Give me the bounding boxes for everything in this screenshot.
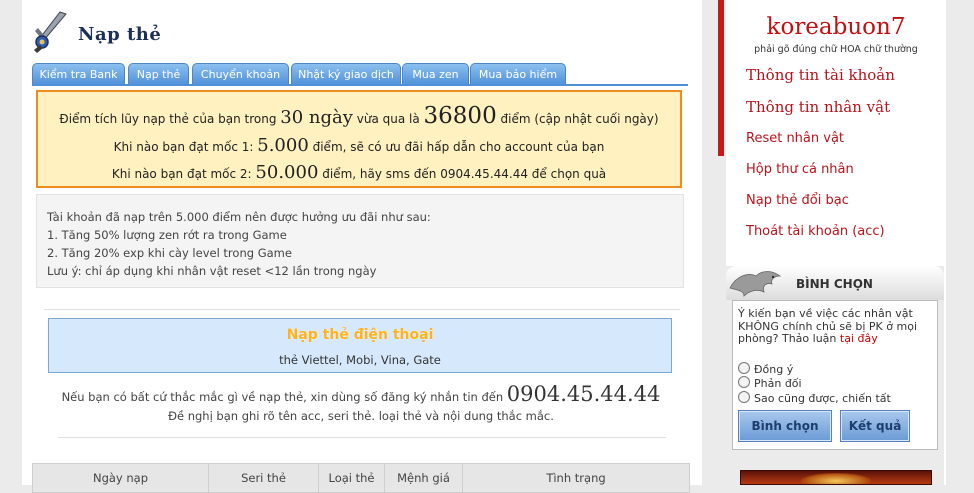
menu-reset-character[interactable]: Reset nhân vật: [746, 131, 844, 146]
sidebar-accent-bar: [718, 0, 724, 156]
menu-inbox[interactable]: Hộp thư cá nhân: [746, 162, 854, 177]
notice-line-1: Điểm tích lũy nạp thẻ của bạn trong 30 n…: [38, 103, 680, 129]
radio-button[interactable]: [738, 362, 750, 374]
contact-text: Nếu bạn có bất cứ thắc mắc gì về nạp thẻ…: [61, 390, 504, 404]
tab-mua-bao-hiem[interactable]: Mua bảo hiểm: [470, 63, 566, 85]
poll-box: BÌNH CHỌN Ý kiến bạn về việc các nhân vậ…: [726, 266, 944, 485]
points-notice: Điểm tích lũy nạp thẻ của bạn trong 30 n…: [36, 90, 682, 188]
username-hint: phải gõ đúng chữ HOA chữ thường: [754, 44, 918, 55]
benefits-intro: Tài khoản đã nạp trên 5.000 điểm nên đượ…: [47, 210, 431, 224]
poll-header: BÌNH CHỌN: [726, 266, 944, 300]
contact-line-1: Nếu bạn có bất cứ thắc mắc gì về nạp thẻ…: [36, 382, 686, 406]
banner-art: [801, 473, 871, 484]
divider: [44, 309, 680, 310]
notice-line-2-post: điểm, sẽ có ưu đãi hấp dẫn cho account c…: [312, 140, 605, 154]
benefit-item: 2. Tăng 20% exp khi cày level trong Game: [47, 246, 292, 260]
tab-chuyen-khoan[interactable]: Chuyển khoản: [192, 63, 289, 85]
poll-question-text: Ý kiến bạn về việc các nhân vật KHÔNG ch…: [738, 307, 917, 345]
poll-discuss-link[interactable]: tại đây: [840, 332, 878, 345]
notice-line-1-post: điểm (cập nhật cuối ngày): [500, 112, 659, 126]
col-seri-the: Seri thẻ: [209, 464, 319, 492]
tab-underline: [32, 84, 688, 86]
tab-nap-the[interactable]: Nạp thẻ: [128, 63, 189, 85]
poll-option[interactable]: Sao cũng được, chiến tất: [738, 391, 891, 405]
poll-question: Ý kiến bạn về việc các nhân vật KHÔNG ch…: [738, 307, 932, 346]
col-tinh-trang: Tình trạng: [546, 471, 606, 485]
page-title: Nạp thẻ: [78, 24, 162, 45]
radio-button[interactable]: [738, 376, 750, 388]
phone-card-subtitle: thẻ Viettel, Mobi, Vina, Gate: [279, 353, 441, 367]
notice-points: 36800: [423, 103, 497, 129]
main-panel: Nạp thẻ Kiểm tra Bank Nạp thẻ Chuyển kho…: [22, 0, 702, 493]
col-loai-the: Loại thẻ: [319, 464, 385, 492]
phone-card-title[interactable]: Nạp thẻ điện thoại: [49, 327, 671, 343]
notice-line-2: Khi nào bạn đạt mốc 1: 5.000 điểm, sẽ có…: [38, 135, 680, 156]
menu-account-info[interactable]: Thông tin tài khoản: [746, 66, 895, 84]
sword-shield-icon: [34, 11, 67, 53]
contact-line-2: Đề nghị bạn ghi rõ tên acc, seri thẻ. lo…: [168, 409, 554, 423]
poll-option-label: Sao cũng được, chiến tất: [754, 392, 891, 405]
username: koreabuon7: [766, 14, 906, 40]
tab-mua-zen[interactable]: Mua zen: [402, 63, 469, 85]
notice-line-2-pre: Khi nào bạn đạt mốc 1:: [113, 140, 254, 154]
poll-option-label: Phản đối: [754, 377, 802, 390]
game-banner[interactable]: [740, 470, 932, 485]
notice-line-3-post: điểm, hãy sms đến 0904.45.44.44 để chọn …: [322, 167, 607, 181]
tab-kiem-tra-bank[interactable]: Kiểm tra Bank: [32, 63, 125, 85]
col-ngay-nap: Ngày nạp: [33, 464, 209, 492]
history-table-header: Ngày nạp Seri thẻ Loại thẻ Mệnh giá Tình…: [32, 463, 690, 493]
contact-phone: 0904.45.44.44: [506, 382, 661, 406]
benefit-item: 1. Tăng 50% lượng zen rớt ra trong Game: [47, 228, 287, 242]
contact-info: Nếu bạn có bất cứ thắc mắc gì về nạp thẻ…: [36, 382, 686, 423]
notice-line-1-mid: vừa qua là: [356, 112, 420, 126]
menu-card-exchange[interactable]: Nạp thẻ đổi bạc: [746, 193, 849, 208]
poll-option[interactable]: Đồng ý: [738, 362, 793, 376]
notice-days: 30 ngày: [280, 107, 353, 128]
notice-line-3: Khi nào bạn đạt mốc 2: 50.000 điểm, hãy …: [38, 162, 680, 183]
vote-button[interactable]: Bình chọn: [738, 410, 832, 442]
notice-milestone-2: 50.000: [255, 162, 319, 183]
poll-title: BÌNH CHỌN: [796, 277, 873, 291]
col-menh-gia: Mệnh giá: [385, 464, 463, 492]
poll-body: Ý kiến bạn về việc các nhân vật KHÔNG ch…: [732, 300, 938, 450]
notice-line-3-pre: Khi nào bạn đạt mốc 2:: [111, 167, 252, 181]
poll-option-label: Đồng ý: [754, 363, 794, 376]
notice-milestone-1: 5.000: [257, 135, 309, 156]
divider: [58, 437, 666, 438]
radio-button[interactable]: [738, 391, 750, 403]
poll-option[interactable]: Phản đối: [738, 376, 802, 390]
benefits-box: Tài khoản đã nạp trên 5.000 điểm nên đượ…: [36, 194, 684, 288]
notice-line-1-pre: Điểm tích lũy nạp thẻ của bạn trong: [59, 112, 277, 126]
menu-logout[interactable]: Thoát tài khoản (acc): [746, 224, 885, 239]
dragon-icon: [729, 271, 782, 297]
phone-card-box[interactable]: Nạp thẻ điện thoại thẻ Viettel, Mobi, Vi…: [48, 318, 672, 373]
tab-nhat-ky-giao-dich[interactable]: Nhật ký giao dịch: [291, 63, 401, 85]
menu-character-info[interactable]: Thông tin nhân vật: [746, 98, 890, 116]
results-button[interactable]: Kết quả: [840, 410, 910, 442]
benefits-note: Lưu ý: chỉ áp dụng khi nhân vật reset <1…: [47, 264, 377, 278]
